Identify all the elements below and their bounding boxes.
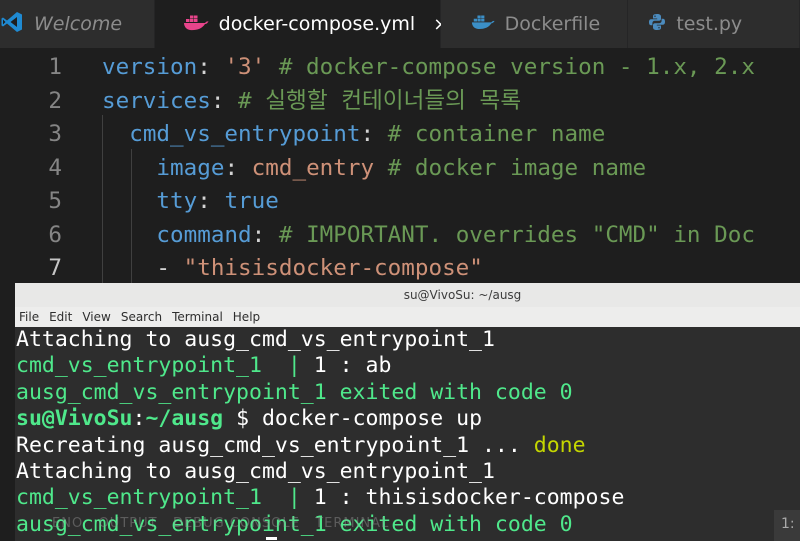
code-text: - "thisisdocker-compose": [102, 252, 483, 286]
line-number: 1: [48, 54, 62, 80]
terminal-line: Attaching to ausg_cmd_vs_entrypoint_1: [16, 459, 800, 485]
docker-icon: [471, 13, 495, 35]
terminal-line: Attaching to ausg_cmd_vs_entrypoint_1: [16, 327, 800, 353]
line-number: 5: [48, 188, 62, 214]
code-line[interactable]: 3 cmd_vs_entrypoint: # container name: [0, 118, 800, 152]
token-key: cmd_vs_entrypoint: [129, 121, 361, 147]
token-punc: :: [224, 154, 252, 181]
terminal-text-done: done: [533, 432, 586, 458]
terminal-text-green: ausg_cmd_vs_entrypoint_1 exited with cod…: [16, 511, 573, 537]
token-cmt: # 실행할 컨테이너들의 목록: [238, 87, 522, 114]
token-key: tty: [156, 188, 198, 214]
terminal-line: ausg_cmd_vs_entrypoint_1 exited with cod…: [16, 380, 800, 406]
terminal-line: cmd_vs_entrypoint_1 | 1 : ab: [16, 353, 800, 379]
line-number: 3: [48, 121, 62, 147]
code-text: services: # 실행할 컨테이너들의 목록: [102, 85, 521, 119]
token-cmt: # container name: [387, 121, 606, 147]
terminal-line: cmd_vs_entrypoint_1 | 1 : thisisdocker-c…: [16, 485, 800, 511]
menu-terminal[interactable]: Terminal: [172, 310, 223, 324]
docker-icon: [183, 13, 209, 36]
token-cmt: # docker-compose version - 1.x, 2.x: [265, 54, 755, 80]
terminal-title-bar[interactable]: su@VivoSu: ~/ausg: [15, 283, 800, 307]
terminal-menu-bar: File Edit View Search Terminal Help: [15, 307, 800, 327]
line-number: 2: [48, 87, 62, 114]
tab-label: docker-compose.yml: [218, 13, 416, 35]
token-punc: :: [210, 87, 239, 114]
tab-label: Welcome: [34, 13, 123, 35]
token-punc: -: [102, 255, 184, 281]
vscode-icon: [0, 10, 24, 39]
tab-welcome[interactable]: Welcome: [0, 0, 155, 48]
terminal-text-plain: Attaching to ausg_cmd_vs_entrypoint_1: [16, 458, 495, 484]
line-number: 7: [48, 255, 62, 281]
token-bool: true: [224, 188, 279, 214]
code-text: tty: true: [102, 185, 279, 219]
terminal-window[interactable]: su@VivoSu: ~/ausg File Edit View Search …: [15, 283, 800, 541]
terminal-line: ausg_cmd_vs_entrypoint_1 exited with cod…: [16, 512, 800, 538]
tab-test-py[interactable]: test.py: [628, 0, 800, 48]
tab-label: test.py: [676, 13, 743, 35]
tab-dockerfile[interactable]: Dockerfile: [440, 0, 629, 48]
terminal-title: su@VivoSu: ~/ausg: [403, 288, 522, 302]
code-text: command: # IMPORTANT. overrides "CMD" in…: [102, 219, 755, 253]
panel-corner: 1:: [774, 510, 800, 541]
terminal-text-plain: Recreating ausg_cmd_vs_entrypoint_1 ...: [16, 432, 534, 458]
token-str: "thisisdocker-compose": [183, 255, 483, 281]
code-text: cmd_vs_entrypoint: # container name: [102, 118, 605, 152]
token-cmt: # docker image name: [374, 154, 647, 181]
tab-label: Dockerfile: [504, 13, 601, 35]
line-number: 6: [48, 221, 62, 248]
terminal-text-plain: $ docker-compose up: [223, 406, 483, 432]
terminal-text-user: ~/ausg: [145, 406, 224, 432]
terminal-output[interactable]: Attaching to ausg_cmd_vs_entrypoint_1 cmd…: [15, 327, 800, 541]
token-str: '3': [224, 54, 266, 80]
code-line[interactable]: 2 services: # 실행할 컨테이너들의 목록: [0, 85, 800, 119]
token-punc: [102, 188, 156, 214]
menu-edit[interactable]: Edit: [49, 310, 72, 324]
code-text: version: '3' # docker-compose version - …: [102, 51, 755, 85]
terminal-line: su@VivoSu:~/ausg $ docker-compose up: [16, 406, 800, 432]
tab-docker-compose[interactable]: docker-compose.yml ×: [154, 0, 448, 48]
python-icon: [648, 13, 666, 36]
line-number: 4: [48, 154, 62, 181]
token-punc: :: [197, 188, 225, 214]
terminal-text-green: ausg_cmd_vs_entrypoint_1 exited with cod…: [16, 379, 573, 405]
token-cmt: # IMPORTANT. overrides "CMD" in Doc: [278, 221, 755, 248]
token-punc: [102, 155, 156, 181]
token-punc: :: [251, 221, 279, 248]
token-key: image: [156, 154, 225, 181]
token-punc: [102, 121, 129, 147]
terminal-text-plain: 1 : ab: [300, 353, 392, 379]
terminal-text-green: cmd_vs_entrypoint_1 |: [16, 485, 301, 511]
code-text: image: cmd_entry # docker image name: [102, 152, 646, 186]
terminal-text-plain: Attaching to ausg_cmd_vs_entrypoint_1: [16, 327, 495, 352]
terminal-text-plain: 1 : thisisdocker-compose: [300, 485, 625, 511]
code-line[interactable]: 5 tty: true: [0, 185, 800, 219]
token-key: version: [102, 54, 198, 80]
token-punc: :: [197, 54, 225, 80]
token-punc: [102, 222, 156, 248]
token-key: command: [156, 221, 252, 248]
code-line[interactable]: 6 command: # IMPORTANT. overrides "CMD" …: [0, 219, 800, 253]
menu-search[interactable]: Search: [121, 310, 162, 324]
code-editor[interactable]: 1 version: '3' # docker-compose version -…: [0, 48, 800, 283]
terminal-line: Recreating ausg_cmd_vs_entrypoint_1 ... …: [16, 433, 800, 459]
corner-label: 1:: [781, 516, 795, 532]
terminal-text-green: cmd_vs_entrypoint_1 |: [16, 353, 301, 379]
menu-help[interactable]: Help: [233, 310, 260, 324]
code-line[interactable]: 4 image: cmd_entry # docker image name: [0, 152, 800, 186]
menu-file[interactable]: File: [19, 310, 39, 324]
terminal-text-plain: :: [132, 406, 146, 432]
terminal-text-user: su@VivoSu: [16, 406, 133, 432]
token-key: services: [102, 87, 211, 114]
code-line[interactable]: 7 - "thisisdocker-compose": [0, 252, 800, 286]
code-line[interactable]: 1 version: '3' # docker-compose version -…: [0, 51, 800, 85]
terminal-cursor: [266, 537, 277, 540]
token-str: cmd_entry: [251, 154, 375, 181]
token-punc: :: [360, 121, 388, 147]
menu-view[interactable]: View: [82, 310, 110, 324]
editor-tab-bar: Welcome docker-compose.yml ×: [0, 0, 800, 48]
